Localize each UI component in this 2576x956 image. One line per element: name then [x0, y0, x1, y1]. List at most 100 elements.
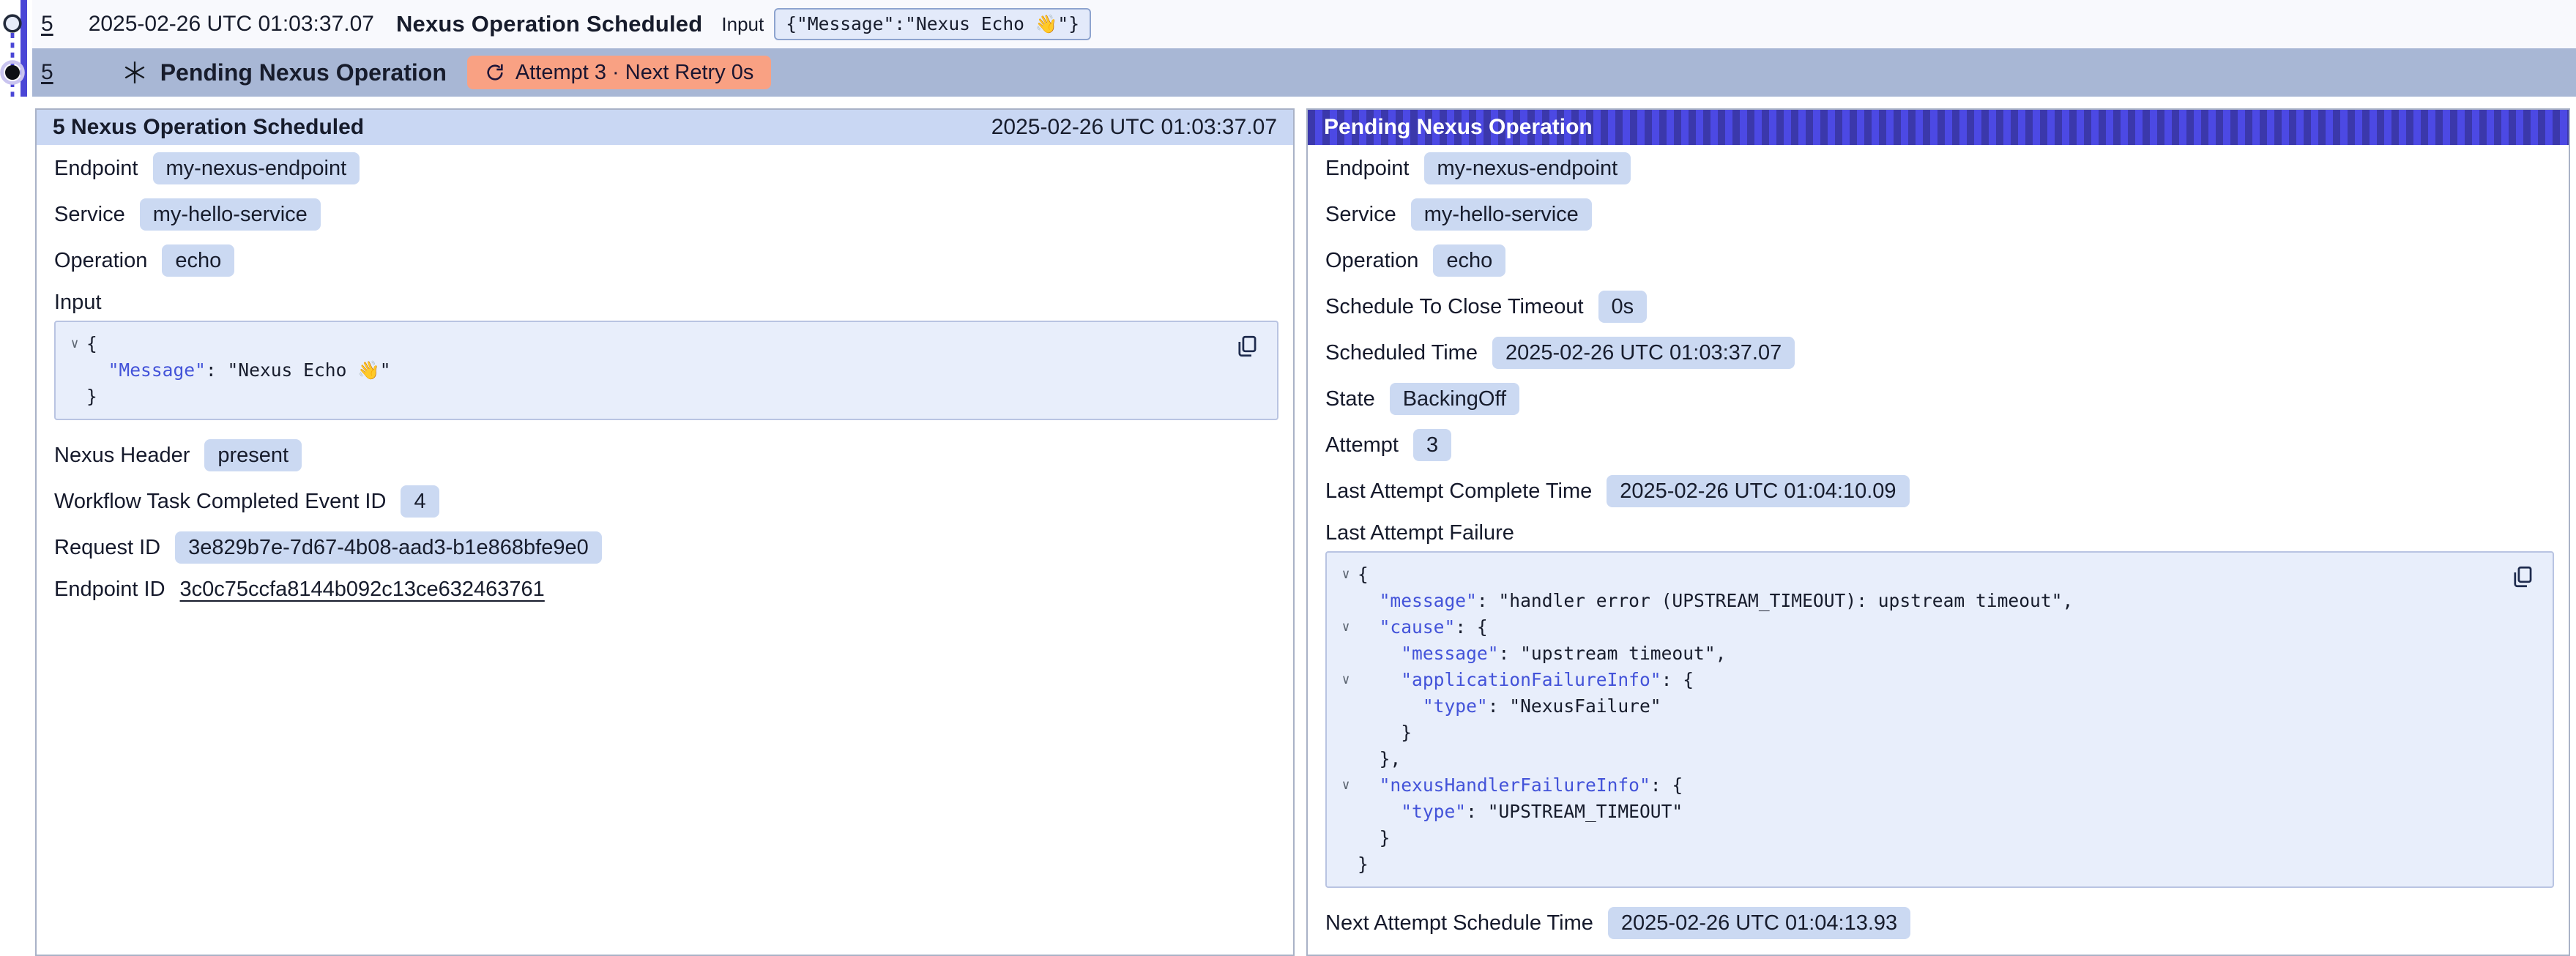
field-value-badge: 4	[401, 485, 439, 518]
event-timestamp: 2025-02-26 UTC 01:03:37.07	[89, 12, 374, 37]
endpoint-id-link[interactable]: 3c0c75ccfa8144b092c13ce632463761	[180, 578, 545, 602]
code-line: "message": "upstream timeout",	[1334, 641, 2488, 667]
code-gutter	[1334, 693, 1358, 720]
code-gutter	[1334, 746, 1358, 772]
json-key: "message"	[1401, 641, 1498, 667]
json-text: : "UPSTREAM_TIMEOUT"	[1466, 799, 1683, 825]
collapse-chevron-icon[interactable]: ∨	[1334, 772, 1358, 799]
field-label: Workflow Task Completed Event ID	[54, 490, 386, 514]
json-text	[1358, 614, 1380, 641]
code-gutter	[1334, 588, 1358, 614]
pending-operation-panel: Pending Nexus Operation Endpointmy-nexus…	[1306, 108, 2570, 956]
field-row: Servicemy-hello-service	[1325, 198, 2554, 231]
scheduled-panel-title: 5 Nexus Operation Scheduled	[53, 115, 364, 140]
pending-filled-dot-icon	[5, 65, 20, 80]
code-line: "type": "NexusFailure"	[1334, 693, 2488, 720]
field-label: Next Attempt Schedule Time	[1325, 911, 1593, 936]
json-key: "type"	[1401, 799, 1466, 825]
copy-icon	[1235, 334, 1259, 359]
collapse-chevron-icon[interactable]: ∨	[1334, 561, 1358, 588]
code-line: ∨{	[1334, 561, 2488, 588]
field-row: Operationecho	[54, 244, 1278, 277]
json-key: "Message"	[108, 357, 206, 384]
json-text: },	[1358, 746, 1401, 772]
code-line: },	[1334, 746, 2488, 772]
field-row: Workflow Task Completed Event ID 4	[54, 485, 1278, 518]
json-text: }	[86, 384, 97, 410]
timeline	[0, 0, 32, 97]
field-value-badge: my-hello-service	[140, 198, 321, 231]
collapse-chevron-icon[interactable]: ∨	[1334, 614, 1358, 641]
field-label: Endpoint	[54, 157, 138, 181]
field-label: Operation	[1325, 249, 1418, 273]
pending-asterisk-icon	[122, 60, 147, 85]
json-key: "cause"	[1380, 614, 1456, 641]
field-value-badge: present	[204, 439, 302, 471]
copy-button[interactable]	[1235, 334, 1261, 360]
code-line: ∨ "nexusHandlerFailureInfo": {	[1334, 772, 2488, 799]
json-text	[1358, 772, 1380, 799]
field-row: Scheduled Time2025-02-26 UTC 01:03:37.07	[1325, 337, 2554, 369]
json-text	[1358, 641, 1401, 667]
detail-panels: 5 Nexus Operation Scheduled 2025-02-26 U…	[35, 108, 2570, 956]
pending-id-link[interactable]: 5	[41, 60, 53, 85]
event-id-link[interactable]: 5	[41, 12, 53, 37]
code-line: }	[1334, 720, 2488, 746]
scheduled-panel-header: 5 Nexus Operation Scheduled 2025-02-26 U…	[37, 110, 1293, 145]
field-row: Nexus Header present	[54, 439, 1278, 471]
field-row: Next Attempt Schedule Time 2025-02-26 UTC…	[1325, 907, 2554, 939]
field-label: Service	[1325, 203, 1396, 227]
field-label: Request ID	[54, 536, 160, 560]
json-code-block: ∨{ "message" : "handler error (UPSTREAM_T…	[1325, 551, 2554, 888]
code-line: }	[1334, 825, 2488, 851]
field-label: Service	[54, 203, 125, 227]
json-text	[1358, 667, 1401, 693]
field-label: Endpoint	[1325, 157, 1410, 181]
event-history-view: 5 2025-02-26 UTC 01:03:37.07 Nexus Opera…	[0, 0, 2576, 956]
collapse-chevron-icon[interactable]: ∨	[63, 331, 86, 357]
field-label: Schedule To Close Timeout	[1325, 295, 1584, 319]
code-line: ∨{	[63, 331, 1213, 357]
field-row: Request ID 3e829b7e-7d67-4b08-aad3-b1e868…	[54, 531, 1278, 564]
field-label: Nexus Header	[54, 444, 190, 468]
json-text	[1358, 693, 1423, 720]
field-value-badge: 3e829b7e-7d67-4b08-aad3-b1e868bfe9e0	[175, 531, 602, 564]
code-line: "Message": "Nexus Echo 👋"	[63, 357, 1213, 384]
scheduled-panel-timestamp: 2025-02-26 UTC 01:03:37.07	[991, 115, 1277, 140]
field-value-badge: 0s	[1598, 291, 1648, 323]
json-key: "applicationFailureInfo"	[1401, 667, 1661, 693]
code-line: ∨ "cause": {	[1334, 614, 2488, 641]
field-label: Endpoint ID	[54, 578, 165, 602]
json-text: : {	[1661, 667, 1694, 693]
field-value-badge: 3	[1413, 429, 1451, 461]
json-text: {	[86, 331, 97, 357]
field-label: Last Attempt Failure	[1325, 521, 2554, 545]
field-row: Last Attempt Complete Time2025-02-26 UTC…	[1325, 475, 2554, 507]
json-text: }	[1358, 720, 1412, 746]
code-gutter	[63, 357, 86, 384]
pending-operation-row[interactable]: 5 Pending Nexus Operation Attempt 3 · Ne…	[32, 48, 2576, 97]
code-line: }	[63, 384, 1213, 410]
field-row: StateBackingOff	[1325, 383, 2554, 415]
code-line: "type": "UPSTREAM_TIMEOUT"	[1334, 799, 2488, 825]
field-row: Endpoint ID 3c0c75ccfa8144b092c13ce632463…	[54, 578, 1278, 602]
scheduled-event-panel: 5 Nexus Operation Scheduled 2025-02-26 U…	[35, 108, 1295, 956]
json-text: : "handler error (UPSTREAM_TIMEOUT): ups…	[1477, 588, 2073, 614]
event-title: Nexus Operation Scheduled	[396, 11, 702, 37]
retry-badge-label: Attempt 3 · Next Retry 0s	[515, 61, 754, 85]
field-value-badge: echo	[1433, 244, 1505, 277]
json-text: }	[1358, 851, 1369, 878]
field-row: Endpointmy-nexus-endpoint	[54, 152, 1278, 184]
field-value-badge: 2025-02-26 UTC 01:04:13.93	[1608, 907, 1910, 939]
input-preview-label: Input	[721, 13, 764, 36]
pending-panel-title: Pending Nexus Operation	[1324, 115, 1593, 140]
field-label: Operation	[54, 249, 147, 273]
field-value-badge: 2025-02-26 UTC 01:03:37.07	[1492, 337, 1795, 369]
json-text: : "Nexus Echo 👋"	[206, 357, 391, 384]
event-row-scheduled[interactable]: 5 2025-02-26 UTC 01:03:37.07 Nexus Opera…	[32, 0, 2576, 48]
copy-button[interactable]	[2510, 564, 2536, 591]
collapse-chevron-icon[interactable]: ∨	[1334, 667, 1358, 693]
code-gutter	[1334, 851, 1358, 878]
pending-panel-header: Pending Nexus Operation	[1308, 110, 2569, 145]
json-key: "type"	[1423, 693, 1488, 720]
